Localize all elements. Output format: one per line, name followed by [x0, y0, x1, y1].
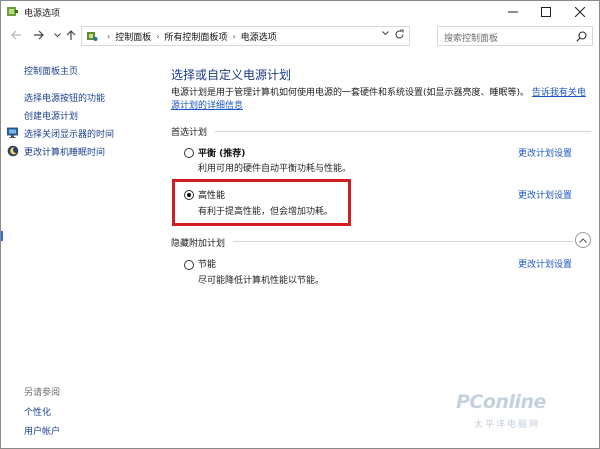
plan-balanced-radio[interactable]: [184, 148, 194, 158]
refresh-button[interactable]: [394, 29, 405, 43]
breadcrumb-power-options[interactable]: 电源选项: [241, 30, 277, 43]
moon-icon: [7, 145, 19, 157]
power-options-app-icon: [7, 7, 18, 16]
address-bar: › 控制面板 › 所有控制面板项 › 电源选项 搜索控制面板: [1, 23, 599, 49]
description-text: 电源计划是用于管理计算机如何使用电源的一套硬件和系统设置(如显示器亮度、睡眠等)…: [171, 88, 530, 98]
title-bar[interactable]: 电源选项: [1, 1, 599, 23]
plan-balanced-name[interactable]: 平衡 (推荐): [198, 146, 245, 159]
sidebar-see-also-personalization[interactable]: 个性化: [24, 405, 51, 418]
recent-locations-button[interactable]: [50, 28, 64, 42]
window-title: 电源选项: [24, 9, 61, 19]
close-icon: [575, 7, 585, 17]
up-button[interactable]: [64, 28, 78, 42]
search-icon: [576, 31, 587, 42]
close-button[interactable]: [563, 1, 597, 23]
chevron-down-icon: [53, 32, 61, 37]
plan-power-saver-description: 尽可能降低计算机性能以节能。: [198, 276, 325, 286]
arrow-right-icon: [33, 30, 44, 40]
main-content: 选择或自定义电源计划 电源计划是用于管理计算机如何使用电源的一套硬件和系统设置(…: [153, 49, 599, 448]
plan-balanced-recommended: (推荐): [216, 149, 246, 159]
hidden-plans-divider: [233, 241, 573, 242]
plan-power-saver-radio[interactable]: [184, 260, 194, 270]
highlight-box: [172, 179, 351, 226]
refresh-icon: [395, 29, 404, 39]
sidebar-item-display-off[interactable]: 选择关闭显示器的时间: [24, 127, 114, 140]
forward-button[interactable]: [31, 28, 45, 42]
left-task-pane: 控制面板主页 选择电源按钮的功能 创建电源计划 选择关闭显示器的时间 更改计算机…: [1, 49, 153, 448]
chevron-up-icon: [579, 237, 587, 243]
plan-balanced-change-settings[interactable]: 更改计划设置: [518, 146, 572, 159]
back-button[interactable]: [9, 28, 23, 42]
arrow-left-icon: [10, 30, 21, 40]
chevron-down-icon: [382, 31, 389, 36]
minimize-button[interactable]: [496, 1, 530, 23]
power-options-window: 电源选项 › 控制面板 › 所有控制面板项 › 电源选项 搜索控制面板 控制面板…: [0, 0, 600, 449]
sidebar-see-also-user-accounts[interactable]: 用户帐户: [24, 424, 60, 437]
breadcrumb-separator-icon: ›: [156, 31, 160, 41]
plan-power-saver-change-settings[interactable]: 更改计划设置: [518, 257, 572, 270]
breadcrumb-separator-icon: ›: [232, 31, 236, 41]
search-input[interactable]: 搜索控制面板: [437, 26, 593, 46]
monitor-icon: [7, 127, 18, 138]
sidebar-item-power-button[interactable]: 选择电源按钮的功能: [24, 91, 105, 104]
maximize-button[interactable]: [529, 1, 563, 23]
preferred-plans-heading: 首选计划: [171, 128, 208, 138]
scroll-marker: [1, 231, 3, 241]
hidden-plans-heading: 隐藏附加计划: [171, 239, 226, 249]
plan-balanced-description: 利用可用的硬件自动平衡功耗与性能。: [198, 164, 352, 174]
page-description: 电源计划是用于管理计算机如何使用电源的一套硬件和系统设置(如显示器亮度、睡眠等)…: [171, 87, 591, 113]
see-also-heading: 另请参阅: [24, 388, 61, 398]
arrow-up-icon: [66, 29, 76, 40]
minimize-icon: [508, 11, 518, 13]
plan-power-saver-name[interactable]: 节能: [198, 257, 216, 270]
sidebar-item-create-plan[interactable]: 创建电源计划: [24, 109, 78, 122]
search-placeholder: 搜索控制面板: [444, 34, 499, 44]
breadcrumb-separator-icon: ›: [107, 31, 111, 41]
address-dropdown-button[interactable]: [382, 30, 389, 38]
plan-balanced-label: 平衡: [198, 149, 217, 159]
sidebar-control-panel-home[interactable]: 控制面板主页: [24, 64, 78, 77]
control-panel-icon: [87, 32, 98, 41]
maximize-icon: [541, 7, 551, 17]
plan-high-performance-change-settings[interactable]: 更改计划设置: [518, 188, 572, 201]
breadcrumb[interactable]: › 控制面板 › 所有控制面板项 › 电源选项: [81, 26, 410, 46]
collapse-hidden-plans-button[interactable]: [575, 232, 591, 248]
page-title: 选择或自定义电源计划: [171, 68, 292, 82]
breadcrumb-control-panel[interactable]: 控制面板: [115, 30, 151, 43]
sidebar-item-sleep-time[interactable]: 更改计算机睡眠时间: [24, 145, 105, 158]
preferred-plans-divider: [215, 131, 591, 132]
breadcrumb-all-items[interactable]: 所有控制面板项: [164, 30, 227, 43]
